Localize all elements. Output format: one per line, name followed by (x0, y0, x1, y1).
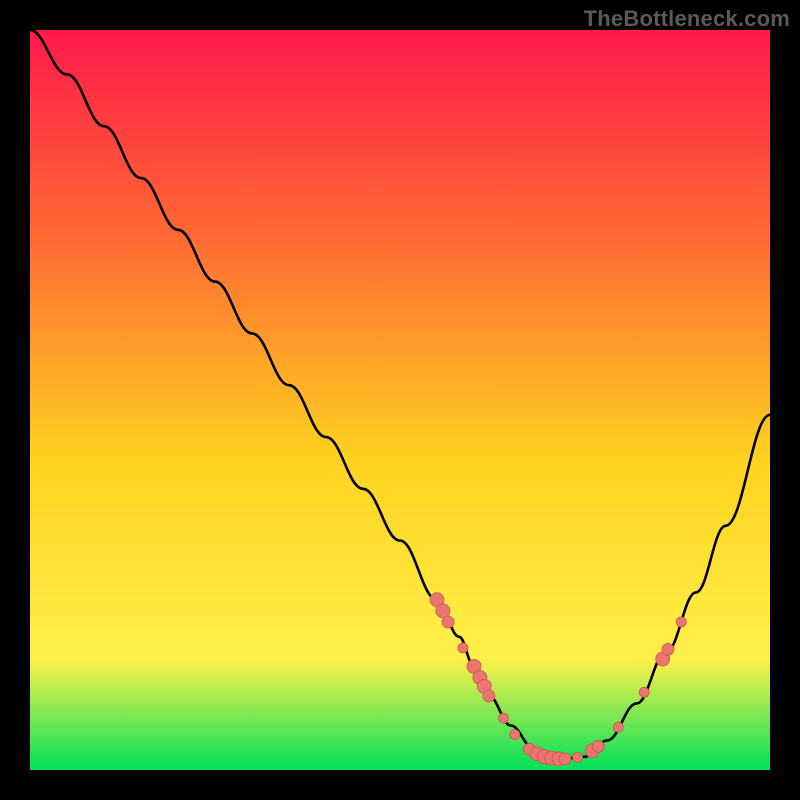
data-point (573, 752, 583, 762)
plot-area (30, 30, 770, 770)
data-point (483, 690, 495, 702)
chart-frame: TheBottleneck.com (0, 0, 800, 800)
data-point (499, 713, 509, 723)
chart-svg (30, 30, 770, 770)
data-point (510, 730, 520, 740)
data-point (639, 687, 649, 697)
data-point (559, 753, 571, 765)
data-point (676, 617, 686, 627)
data-point (662, 643, 674, 655)
data-point (458, 643, 468, 653)
watermark-text: TheBottleneck.com (584, 6, 790, 32)
data-point (442, 616, 454, 628)
data-point (613, 722, 623, 732)
data-point (592, 740, 604, 752)
